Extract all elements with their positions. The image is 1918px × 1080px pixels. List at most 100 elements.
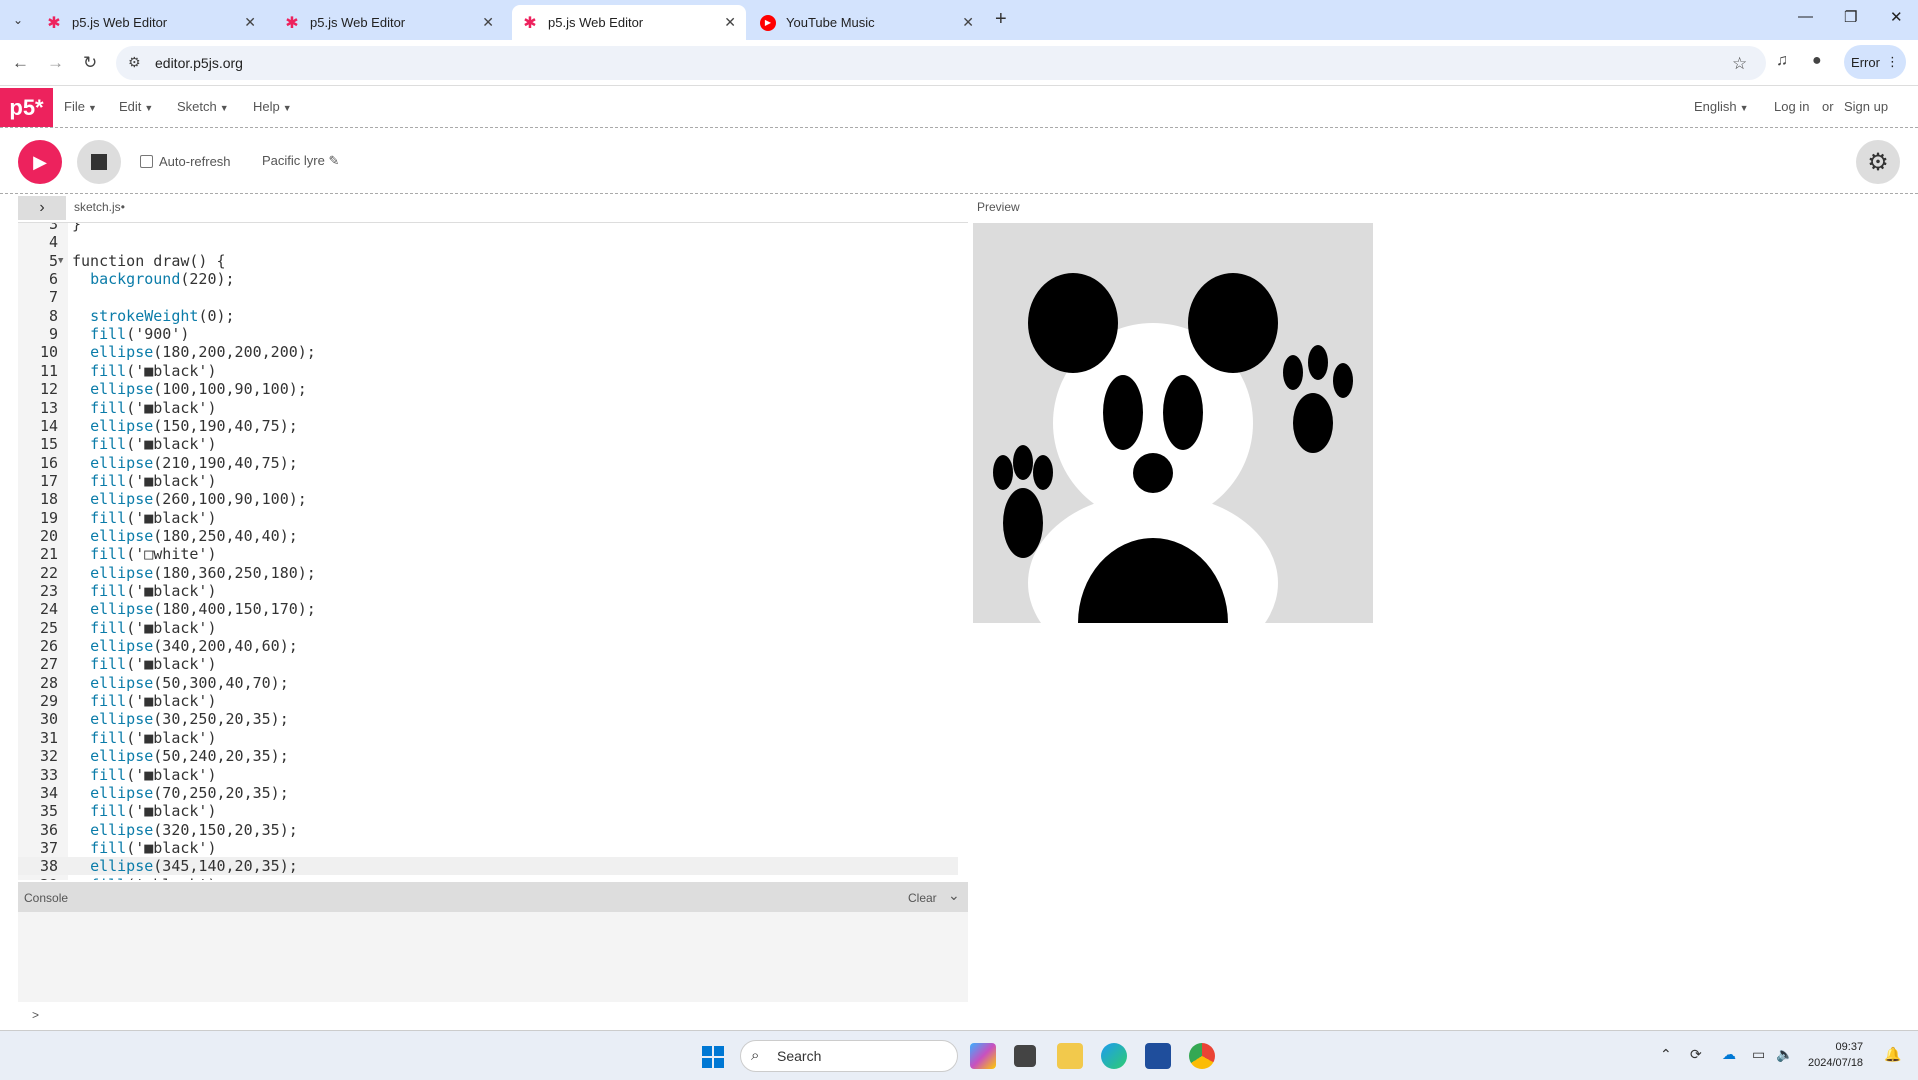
- new-tab-icon[interactable]: +: [995, 8, 1007, 31]
- tab-search-chevron-icon[interactable]: ⌄: [8, 8, 28, 32]
- code-line[interactable]: 9 fill('900'): [18, 325, 958, 343]
- display-icon[interactable]: ▭: [1752, 1046, 1765, 1063]
- code-line[interactable]: 19 fill('■black'): [18, 509, 958, 527]
- code-line[interactable]: 27 fill('■black'): [18, 655, 958, 673]
- login-link[interactable]: Log in: [1774, 99, 1809, 114]
- site-info-icon[interactable]: ⚙: [128, 54, 141, 71]
- file-tab-sketch-js[interactable]: sketch.js•: [74, 200, 125, 214]
- code-line[interactable]: 16 ellipse(210,190,40,75);: [18, 454, 958, 472]
- bookmark-star-icon[interactable]: ☆: [1732, 54, 1747, 74]
- code-line[interactable]: 28 ellipse(50,300,40,70);: [18, 674, 958, 692]
- caret-down-icon: ▼: [1739, 103, 1749, 113]
- reload-icon[interactable]: ↻: [83, 53, 97, 73]
- speaker-icon[interactable]: 🔈: [1776, 1046, 1793, 1063]
- task-view-icon[interactable]: [1014, 1045, 1036, 1067]
- code-line[interactable]: 11 fill('■black'): [18, 362, 958, 380]
- stop-button[interactable]: [77, 140, 121, 184]
- forward-icon[interactable]: →: [47, 53, 64, 73]
- window-close-icon[interactable]: ✕: [1890, 8, 1903, 26]
- copilot-icon[interactable]: [970, 1043, 996, 1069]
- edge-icon[interactable]: [1101, 1043, 1127, 1069]
- code-line[interactable]: 31 fill('■black'): [18, 729, 958, 747]
- auto-refresh-toggle[interactable]: Auto-refresh: [140, 154, 231, 169]
- console-clear-button[interactable]: Clear: [908, 891, 937, 905]
- file-explorer-icon[interactable]: [1057, 1043, 1083, 1069]
- code-line[interactable]: 5 ▼ function draw() {: [18, 252, 958, 270]
- language-select[interactable]: English ▼: [1694, 99, 1749, 114]
- tab-close-icon[interactable]: ✕: [962, 14, 974, 31]
- project-name[interactable]: Pacific lyre ✎: [262, 153, 339, 169]
- profile-avatar-icon[interactable]: ●: [1812, 52, 1822, 70]
- chrome-icon[interactable]: [1189, 1043, 1215, 1069]
- code-line[interactable]: 20 ellipse(180,250,40,40);: [18, 527, 958, 545]
- browser-tab-3-active[interactable]: ✱ p5.js Web Editor ✕: [512, 5, 746, 40]
- code-line[interactable]: 36 ellipse(320,150,20,35);: [18, 821, 958, 839]
- profile-error-button[interactable]: Error ⋮: [1844, 45, 1906, 79]
- fold-arrow-icon[interactable]: ▼: [58, 252, 63, 270]
- code-line[interactable]: 38 ellipse(345,140,20,35);: [18, 857, 958, 876]
- sketch-canvas[interactable]: [973, 223, 1373, 623]
- back-icon[interactable]: ←: [12, 53, 29, 73]
- show-hidden-icons-chevron-icon[interactable]: ⌃: [1660, 1046, 1672, 1063]
- code-line[interactable]: 30 ellipse(30,250,20,35);: [18, 710, 958, 728]
- tab-close-icon[interactable]: ✕: [244, 14, 256, 31]
- p5-logo[interactable]: p5*: [0, 88, 53, 127]
- url-field[interactable]: ⚙ editor.p5js.org ☆: [116, 46, 1766, 80]
- restore-icon[interactable]: ❐: [1844, 8, 1857, 26]
- settings-gear-icon[interactable]: ⚙: [1856, 140, 1900, 184]
- console-input[interactable]: >: [18, 1002, 968, 1030]
- code-line[interactable]: 32 ellipse(50,240,20,35);: [18, 747, 958, 765]
- tab-close-icon[interactable]: ✕: [724, 14, 736, 31]
- code-line[interactable]: 29 fill('■black'): [18, 692, 958, 710]
- onedrive-cloud-icon[interactable]: ☁: [1722, 1046, 1736, 1063]
- browser-tab-1[interactable]: ✱ p5.js Web Editor ✕: [36, 5, 266, 40]
- menu-file[interactable]: File ▼: [64, 99, 97, 114]
- browser-tab-4[interactable]: ▶ YouTube Music ✕: [750, 5, 984, 40]
- url-text[interactable]: editor.p5js.org: [155, 55, 243, 71]
- code-line[interactable]: 14 ellipse(150,190,40,75);: [18, 417, 958, 435]
- console-collapse-chevron-icon[interactable]: ⌄: [948, 887, 960, 904]
- code-line[interactable]: 13 fill('■black'): [18, 399, 958, 417]
- code-line[interactable]: 6 background(220);: [18, 270, 958, 288]
- menu-edit[interactable]: Edit ▼: [119, 99, 153, 114]
- code-line[interactable]: 33 fill('■black'): [18, 766, 958, 784]
- code-line[interactable]: 23 fill('■black'): [18, 582, 958, 600]
- code-line[interactable]: 25 fill('■black'): [18, 619, 958, 637]
- code-line[interactable]: 22 ellipse(180,360,250,180);: [18, 564, 958, 582]
- code-line[interactable]: 39 fill('■black'): [18, 876, 958, 880]
- sidebar-toggle-chevron-icon[interactable]: ›: [18, 196, 66, 220]
- code-line[interactable]: 10 ellipse(180,200,200,200);: [18, 343, 958, 361]
- code-line[interactable]: 7: [18, 288, 958, 306]
- code-line[interactable]: 3}: [18, 223, 958, 233]
- code-line[interactable]: 12 ellipse(100,100,90,100);: [18, 380, 958, 398]
- play-button[interactable]: ▶: [18, 140, 62, 184]
- minimize-icon[interactable]: —: [1798, 8, 1813, 25]
- pencil-icon[interactable]: ✎: [328, 153, 339, 168]
- store-icon[interactable]: [1145, 1043, 1171, 1069]
- code-line[interactable]: 4: [18, 233, 958, 251]
- code-line[interactable]: 34 ellipse(70,250,20,35);: [18, 784, 958, 802]
- media-control-icon[interactable]: ♫: [1776, 52, 1788, 70]
- code-line[interactable]: 8 strokeWeight(0);: [18, 307, 958, 325]
- code-line[interactable]: 15 fill('■black'): [18, 435, 958, 453]
- taskbar-clock[interactable]: 09:37 2024/07/18: [1808, 1039, 1863, 1071]
- code-line[interactable]: 18 ellipse(260,100,90,100);: [18, 490, 958, 508]
- taskbar-search-box[interactable]: ⌕ Search: [740, 1040, 958, 1072]
- code-line[interactable]: 26 ellipse(340,200,40,60);: [18, 637, 958, 655]
- code-line[interactable]: 17 fill('■black'): [18, 472, 958, 490]
- browser-tab-2[interactable]: ✱ p5.js Web Editor ✕: [274, 5, 504, 40]
- line-number: 35: [39, 802, 58, 821]
- notification-bell-icon[interactable]: 🔔: [1884, 1046, 1901, 1063]
- menu-help[interactable]: Help ▼: [253, 99, 292, 114]
- code-editor[interactable]: 3} 4 5 ▼ function draw() {6 background(220);…: [18, 222, 968, 880]
- menu-sketch[interactable]: Sketch ▼: [177, 99, 229, 114]
- code-line[interactable]: 24 ellipse(180,400,150,170);: [18, 600, 958, 618]
- tab-close-icon[interactable]: ✕: [482, 14, 494, 31]
- sync-icon[interactable]: ⟳: [1690, 1046, 1702, 1063]
- auto-refresh-checkbox[interactable]: [140, 155, 153, 168]
- windows-start-icon[interactable]: [702, 1046, 724, 1068]
- code-line[interactable]: 37 fill('■black'): [18, 839, 958, 857]
- code-line[interactable]: 21 fill('□white'): [18, 545, 958, 563]
- signup-link[interactable]: Sign up: [1844, 99, 1888, 114]
- code-line[interactable]: 35 fill('■black'): [18, 802, 958, 820]
